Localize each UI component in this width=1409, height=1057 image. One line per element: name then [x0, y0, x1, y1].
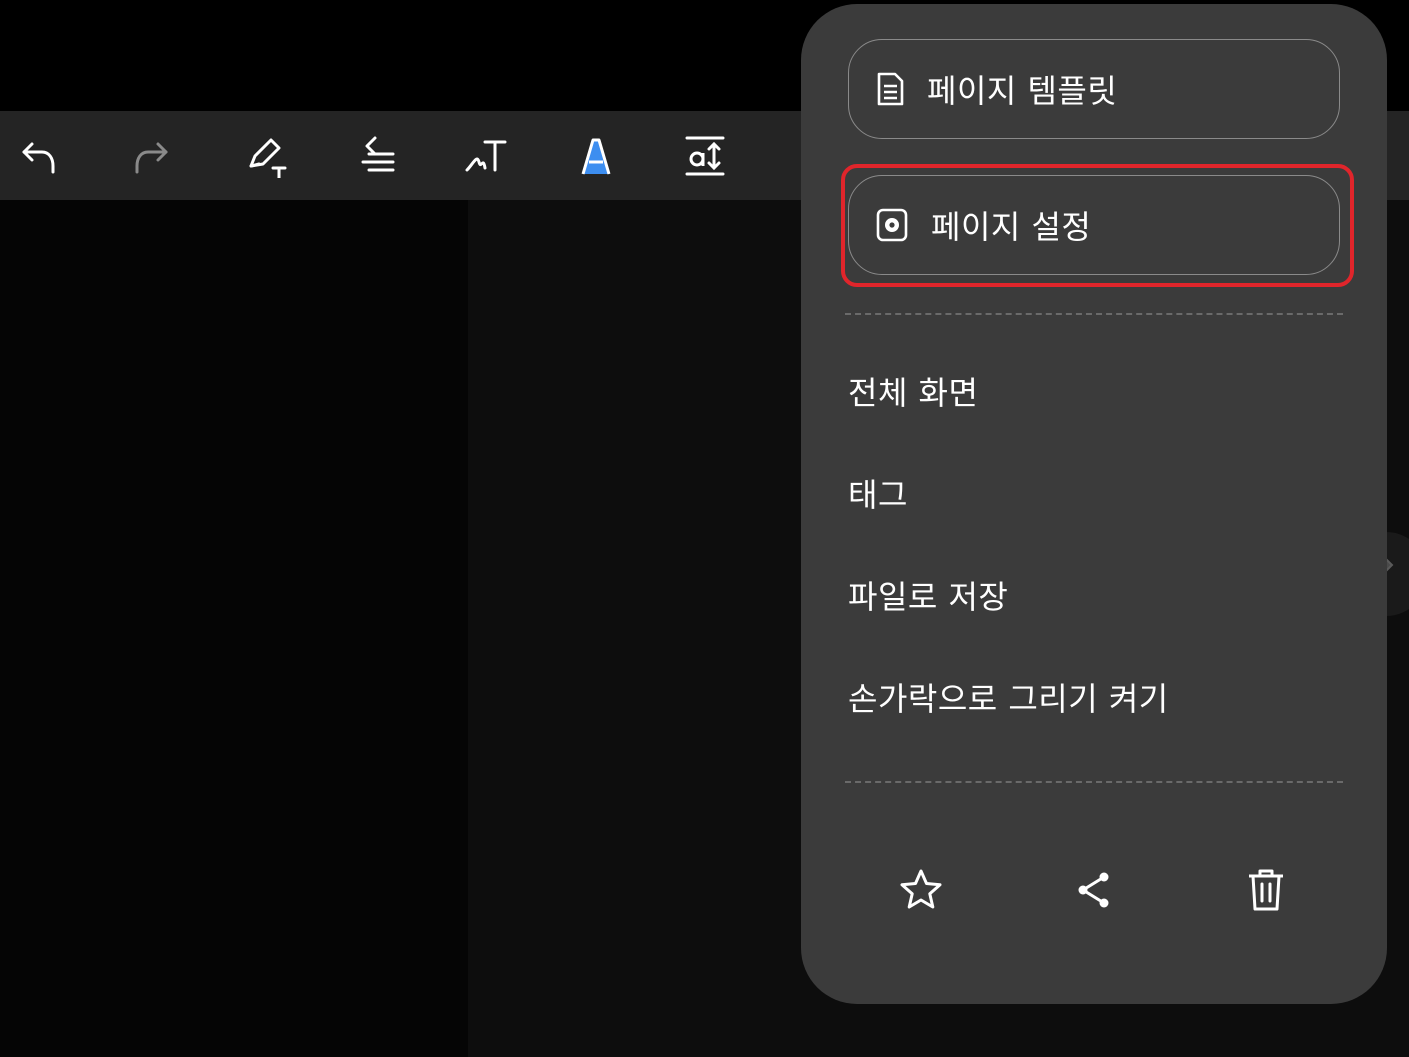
share-icon: [1078, 872, 1109, 908]
pen-text-icon: [249, 138, 287, 178]
undo-icon: [22, 142, 55, 174]
star-icon: [900, 869, 942, 909]
settings-icon: [876, 208, 908, 242]
menu-item-fullscreen[interactable]: 전체 화면: [848, 368, 978, 414]
undo-button[interactable]: [16, 134, 60, 178]
page-settings-button[interactable]: 페이지 설정: [848, 175, 1340, 275]
page-settings-label: 페이지 설정: [931, 208, 1092, 246]
more-options-menu: 페이지 템플릿 페이지 설정 전체 화면 태그 파일로 저장 손가락으로 그리기…: [801, 4, 1387, 1004]
menu-divider: [845, 313, 1343, 315]
handwriting-to-text-icon: [465, 140, 507, 172]
note-page-left[interactable]: [0, 200, 468, 1057]
menu-divider: [845, 781, 1343, 783]
redo-icon: [135, 142, 168, 174]
handwriting-button[interactable]: [463, 134, 507, 178]
menu-item-tags[interactable]: 태그: [848, 470, 908, 516]
page-template-button[interactable]: 페이지 템플릿: [848, 39, 1340, 139]
document-icon: [877, 72, 904, 106]
share-button[interactable]: [1066, 862, 1122, 918]
text-style-icon: [581, 138, 611, 175]
pen-text-button[interactable]: [243, 134, 287, 178]
text-spacing-button[interactable]: [683, 134, 727, 178]
text-align-button[interactable]: [353, 134, 397, 178]
text-align-icon: [361, 136, 395, 172]
menu-item-save-as-file[interactable]: 파일로 저장: [848, 572, 1008, 618]
delete-button[interactable]: [1238, 862, 1294, 918]
text-style-button[interactable]: [573, 134, 617, 178]
trash-icon: [1249, 869, 1283, 911]
page-template-label: 페이지 템플릿: [927, 72, 1118, 110]
redo-button[interactable]: [130, 134, 174, 178]
favorite-button[interactable]: [893, 862, 949, 918]
text-spacing-icon: [685, 136, 725, 176]
menu-item-draw-with-finger[interactable]: 손가락으로 그리기 켜기: [848, 674, 1169, 720]
